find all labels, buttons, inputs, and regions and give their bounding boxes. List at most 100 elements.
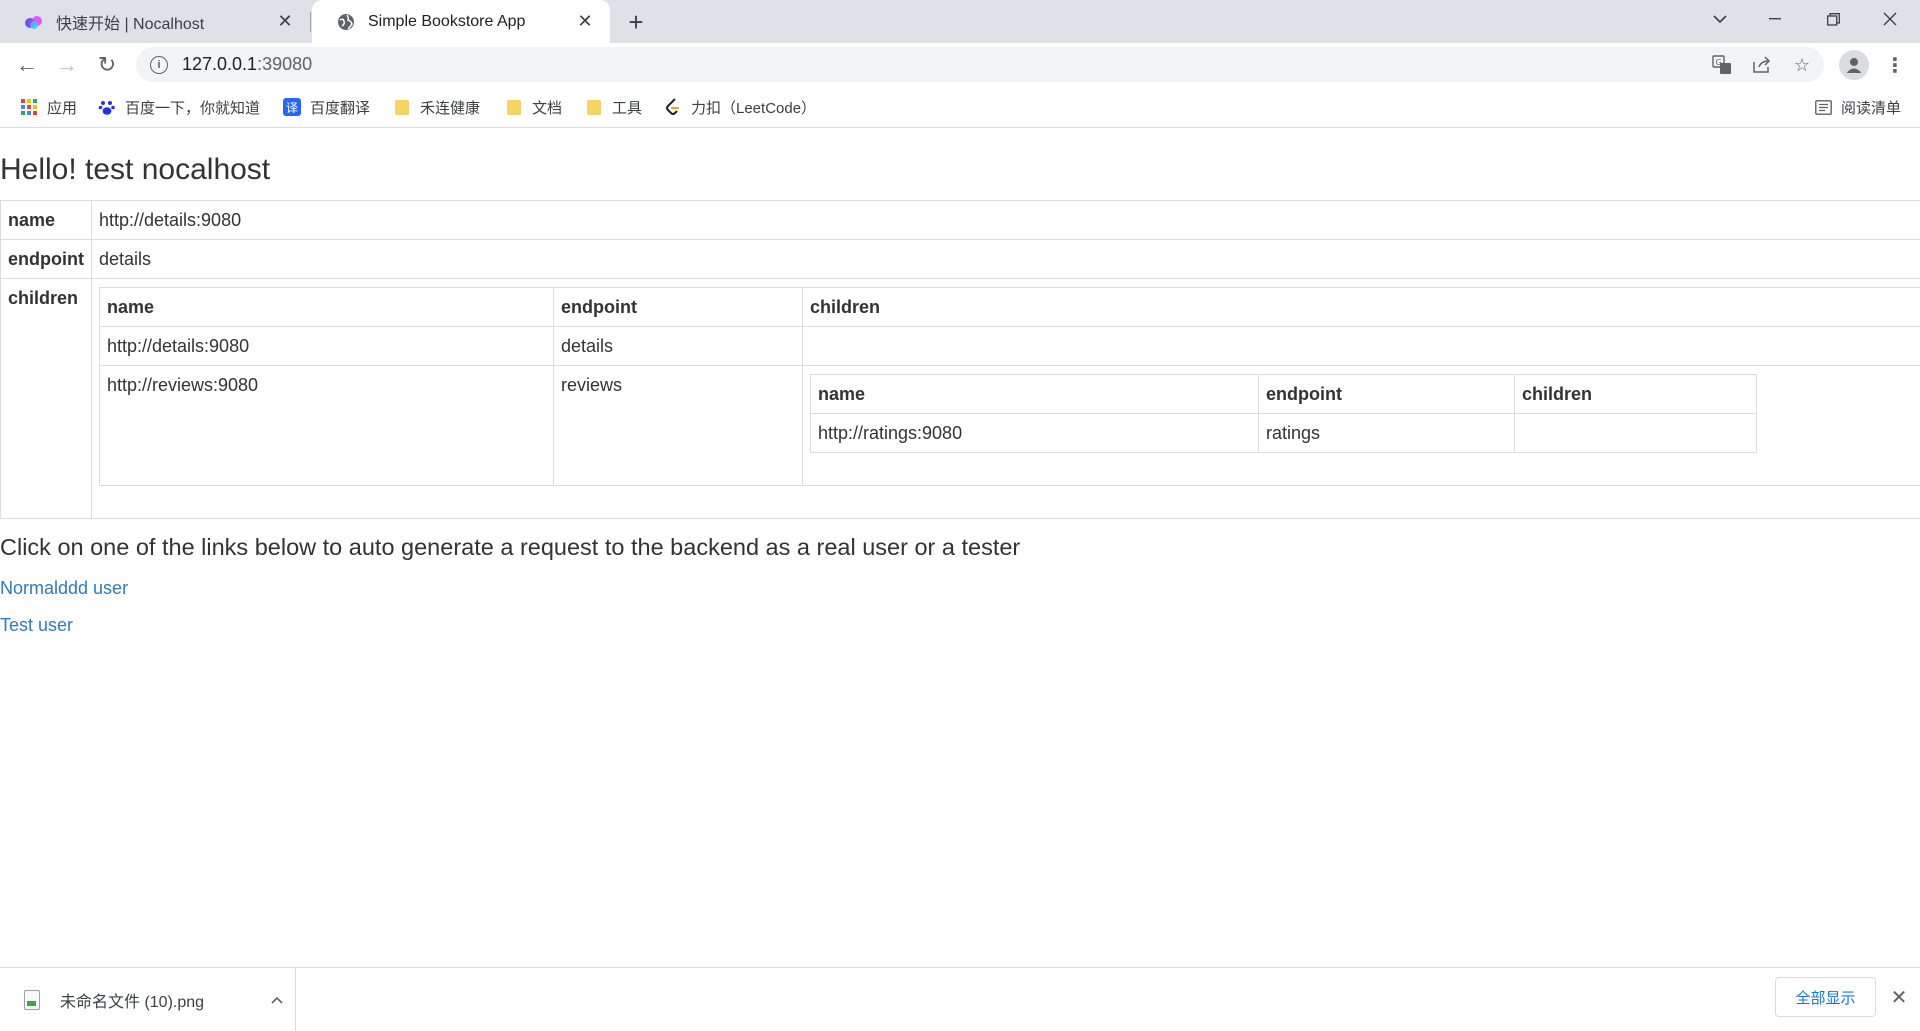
table-row: http://reviews:9080 reviews name endpoin… — [98, 365, 1920, 486]
site-info-icon[interactable]: i — [150, 55, 168, 74]
nocalhost-logo-icon — [24, 12, 44, 32]
download-item[interactable]: 未命名文件 (10).png — [24, 982, 288, 1018]
forward-button[interactable]: → — [51, 49, 83, 81]
cell-children — [1513, 413, 1757, 453]
service-table: name http://details:9080 endpoint detail… — [0, 200, 1920, 519]
bookmark-leetcode[interactable]: 力扣（LeetCode） — [664, 94, 816, 120]
chevron-down-icon — [1713, 14, 1727, 23]
reload-button[interactable]: ↻ — [91, 49, 123, 81]
normal-user-link[interactable]: Normalddd user — [0, 578, 128, 599]
close-download-shelf-icon[interactable]: ✕ — [1886, 984, 1912, 1010]
folder-icon — [505, 98, 523, 116]
tab-title: 快速开始 | Nocalhost — [56, 15, 205, 33]
back-arrow-icon: ← — [16, 52, 38, 77]
test-user-link[interactable]: Test user — [0, 615, 73, 636]
apps-grid-icon — [20, 98, 38, 116]
download-shelf: 未命名文件 (10).png 全部显示 ✕ — [0, 967, 1920, 1031]
cell-endpoint: reviews — [552, 365, 803, 486]
reload-icon: ↻ — [97, 52, 117, 77]
bookmark-label: 工具 — [612, 99, 643, 117]
browser-menu-button[interactable]: ⋮ — [1880, 50, 1910, 80]
table-row: name http://details:9080 — [0, 200, 1920, 240]
svg-text:G: G — [1716, 58, 1722, 67]
bookmark-folder-docs[interactable]: 文档 — [505, 94, 562, 120]
address-bar[interactable]: i 127.0.0.1 :39080 — [136, 47, 1824, 82]
cell-name: http://reviews:9080 — [98, 365, 554, 486]
minimize-button[interactable] — [1747, 0, 1803, 38]
person-icon — [1846, 58, 1862, 73]
reading-list-icon — [1814, 98, 1832, 116]
bookmark-star-icon[interactable]: ☆ — [1789, 52, 1815, 78]
tab-strip: 快速开始 | Nocalhost ✕ Simple Bookstore App … — [0, 0, 1920, 43]
tab-nocalhost[interactable]: 快速开始 | Nocalhost ✕ — [0, 0, 310, 43]
table-header-row: name endpoint children — [809, 374, 1757, 414]
bookmark-baidu[interactable]: 百度一下，你就知道 — [98, 94, 260, 120]
instructions-text: Click on one of the links below to auto … — [0, 534, 1021, 560]
header-name: name — [809, 374, 1259, 414]
minimize-icon — [1769, 18, 1781, 20]
row-value-name: http://details:9080 — [90, 200, 1920, 240]
image-file-icon — [24, 990, 40, 1010]
bookmark-folder-helian[interactable]: 禾连健康 — [393, 94, 480, 120]
tab-search-button[interactable] — [1692, 0, 1748, 38]
bookmarks-bar: 应用 百度一下，你就知道 译 百度翻译 禾连健康 文档 工具 力扣（LeetCo… — [0, 86, 1920, 128]
forward-arrow-icon: → — [56, 52, 78, 77]
translate-icon[interactable]: G — [1709, 52, 1735, 78]
header-name: name — [98, 287, 554, 327]
table-row: endpoint details — [0, 239, 1920, 279]
url-port: :39080 — [257, 54, 313, 74]
back-button[interactable]: ← — [11, 49, 43, 81]
folder-icon — [393, 98, 411, 116]
cell-endpoint: details — [552, 326, 803, 366]
cell-endpoint: ratings — [1257, 413, 1515, 453]
tab-title: Simple Bookstore App — [368, 12, 526, 30]
cell-name: http://details:9080 — [98, 326, 554, 366]
tab-separator — [310, 12, 311, 32]
table-row: http://ratings:9080 ratings — [809, 413, 1757, 453]
baidu-translate-icon: 译 — [283, 98, 301, 116]
share-icon[interactable] — [1749, 52, 1775, 78]
chevron-up-icon[interactable] — [266, 989, 288, 1011]
profile-avatar[interactable] — [1839, 50, 1869, 80]
page-title: Hello! test nocalhost — [0, 153, 271, 186]
download-file-name: 未命名文件 (10).png — [60, 994, 205, 1011]
bookmark-apps[interactable]: 应用 — [20, 94, 77, 120]
children-table: name endpoint children http://details:90… — [98, 287, 1920, 486]
close-icon — [1883, 12, 1897, 26]
folder-icon — [585, 98, 603, 116]
table-row: http://details:9080 details — [98, 326, 1920, 366]
row-key-endpoint: endpoint — [0, 239, 92, 279]
reading-list-button[interactable]: 阅读清单 — [1814, 94, 1901, 120]
header-endpoint: endpoint — [1257, 374, 1515, 414]
bookmark-label: 百度一下，你就知道 — [125, 99, 261, 117]
leetcode-icon — [664, 98, 682, 116]
window-close-button[interactable] — [1862, 0, 1918, 38]
restore-icon — [1826, 12, 1840, 26]
cell-children: name endpoint children http://ratings:90… — [801, 365, 1920, 486]
bookmark-label: 应用 — [47, 99, 78, 117]
tab-simple-bookstore[interactable]: Simple Bookstore App ✕ — [312, 0, 610, 43]
restore-button[interactable] — [1805, 0, 1861, 38]
cell-children — [801, 326, 1920, 366]
bookmark-label: 百度翻译 — [310, 99, 371, 117]
new-tab-button[interactable]: + — [620, 6, 652, 38]
bookmark-label: 文档 — [532, 99, 563, 117]
header-children: children — [801, 287, 1920, 327]
download-divider — [295, 968, 296, 1031]
bookmark-label: 禾连健康 — [420, 99, 481, 117]
tab-close-icon[interactable]: ✕ — [574, 11, 596, 33]
table-header-row: name endpoint children — [98, 287, 1920, 327]
bookmark-folder-tools[interactable]: 工具 — [585, 94, 642, 120]
row-key-name: name — [0, 200, 92, 240]
page-content: Hello! test nocalhost name http://detail… — [0, 129, 1920, 967]
reading-list-label: 阅读清单 — [1841, 99, 1902, 117]
header-children: children — [1513, 374, 1757, 414]
bookmark-baidu-translate[interactable]: 译 百度翻译 — [283, 94, 370, 120]
baidu-paw-icon — [98, 98, 116, 116]
browser-toolbar: ← → ↻ i 127.0.0.1 :39080 G ☆ ⋮ — [0, 43, 1920, 86]
url-host: 127.0.0.1 — [182, 54, 258, 74]
header-endpoint: endpoint — [552, 287, 803, 327]
bookmark-label: 力扣（LeetCode） — [691, 99, 817, 117]
show-all-downloads-button[interactable]: 全部显示 — [1775, 977, 1876, 1017]
tab-close-icon[interactable]: ✕ — [274, 11, 296, 33]
